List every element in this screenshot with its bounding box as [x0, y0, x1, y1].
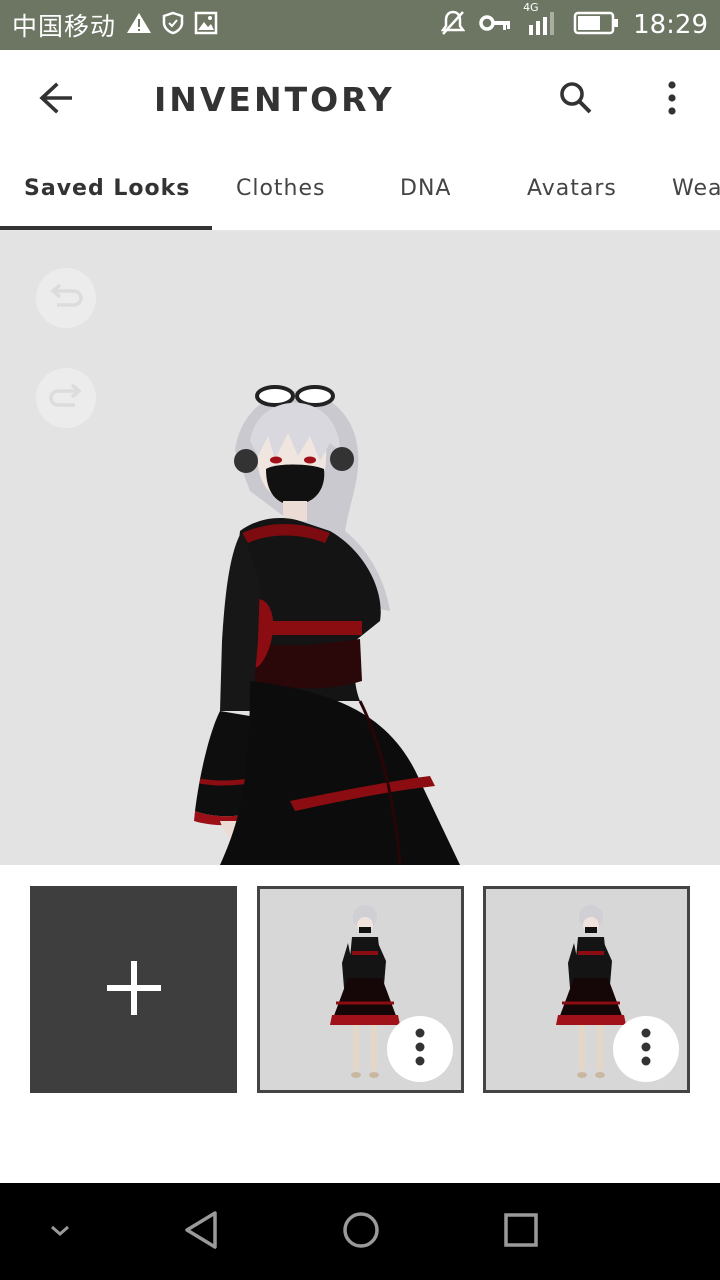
shield-icon [162, 11, 184, 39]
redo-button[interactable] [36, 368, 96, 428]
nav-recents-button[interactable] [496, 1207, 546, 1257]
carrier-name: 中国移动 [12, 12, 117, 41]
chevron-down-icon [49, 1223, 71, 1242]
tab-saved-looks[interactable]: Saved Looks [24, 176, 190, 201]
avatar-preview[interactable] [0, 231, 720, 865]
status-bar: 中国移动 4G 18:29 [0, 0, 720, 50]
saved-look-card[interactable] [257, 886, 464, 1093]
saved-looks-list [0, 865, 720, 1183]
nav-home-button[interactable] [336, 1207, 386, 1257]
undo-button[interactable] [36, 268, 96, 328]
tab-dna[interactable]: DNA [400, 176, 451, 201]
undo-icon [49, 283, 83, 313]
more-vertical-icon [667, 81, 677, 119]
back-triangle-icon [183, 1210, 219, 1254]
key-icon [479, 13, 511, 37]
tab-clothes[interactable]: Clothes [236, 176, 326, 201]
home-circle-icon [341, 1210, 381, 1254]
add-look-button[interactable] [30, 886, 237, 1093]
avatar-model-image [194, 385, 460, 865]
nav-back-button[interactable] [176, 1207, 226, 1257]
back-arrow-icon [38, 82, 74, 118]
back-button[interactable] [30, 78, 82, 122]
search-icon [559, 81, 593, 119]
look-options-button[interactable] [613, 1016, 679, 1082]
system-navigation-bar [0, 1183, 720, 1280]
more-vertical-icon [640, 1028, 652, 1070]
network-type: 4G [523, 1, 539, 14]
look-options-button[interactable] [387, 1016, 453, 1082]
more-options-button[interactable] [652, 78, 692, 122]
image-icon [194, 11, 218, 39]
page-title: INVENTORY [154, 80, 395, 119]
clock: 18:29 [633, 10, 708, 40]
recents-square-icon [503, 1212, 539, 1252]
signal-icon: 4G [523, 1, 559, 41]
redo-icon [49, 383, 83, 413]
mute-icon [440, 9, 466, 41]
plus-icon [106, 960, 161, 1019]
search-button[interactable] [552, 78, 600, 122]
battery-icon [573, 11, 619, 39]
tab-wearables[interactable]: Wea [672, 176, 720, 201]
tab-avatars[interactable]: Avatars [527, 176, 617, 201]
active-tab-indicator [0, 226, 212, 230]
more-vertical-icon [414, 1028, 426, 1070]
tab-bar: Saved Looks Clothes DNA Avatars Wea [0, 150, 720, 231]
app-bar: INVENTORY [0, 50, 720, 150]
warning-icon [126, 11, 152, 39]
saved-look-card[interactable] [483, 886, 690, 1093]
hide-nav-button[interactable] [35, 1207, 85, 1257]
